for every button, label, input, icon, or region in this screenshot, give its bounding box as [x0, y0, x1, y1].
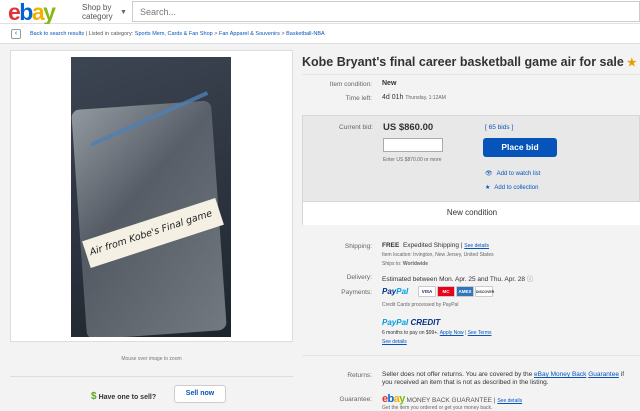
current-bid-price: US $860.00: [383, 122, 434, 133]
shipping-method: Expedited Shipping: [402, 242, 459, 249]
shipping-value: FREE Expedited Shipping | See details: [382, 242, 490, 249]
shop-by-line1: Shop by: [82, 3, 112, 12]
payments-see-details-link[interactable]: See details: [382, 339, 407, 345]
top-header: ebay Shop by category ▼ Search...: [0, 0, 640, 24]
time-left-remaining: 4d 01h: [382, 94, 404, 101]
ships-to-value: Worldwide: [402, 261, 429, 267]
delivery-label: Delivery:: [346, 274, 372, 281]
item-title-text: Kobe Bryant's final career basketball ga…: [302, 55, 624, 69]
logo-letter-b: b: [19, 0, 33, 25]
time-left-label: Time left:: [345, 95, 373, 102]
time-left-value: 4d 01h Thursday, 1:12AM: [382, 94, 446, 101]
returns-label: Returns:: [347, 372, 372, 379]
add-to-collection-link[interactable]: ★ Add to collection: [485, 184, 538, 191]
shop-by-line2: category: [82, 12, 113, 21]
item-photo[interactable]: Air from Kobe's Final game: [71, 57, 231, 337]
amex-card-icon: AMEX: [456, 286, 474, 297]
collection-label: Add to collection: [494, 185, 539, 191]
payments-label: Payments:: [341, 289, 372, 296]
logo-letter-e: e: [8, 0, 21, 25]
sell-now-button[interactable]: Sell now: [174, 385, 226, 403]
mastercard-card-icon: MC: [437, 286, 455, 297]
logo-letter-y: y: [43, 0, 56, 25]
processed-by-paypal: Credit Cards processed by PayPal: [382, 302, 459, 308]
shipping-label: Shipping:: [344, 243, 372, 250]
listed-in-label: Listed in category:: [88, 31, 135, 37]
breadcrumb-category-3[interactable]: Basketball-NBA: [286, 31, 325, 37]
returns-text: Seller does not offer returns. You are c…: [382, 371, 632, 387]
back-to-search-link[interactable]: Back to search results: [30, 31, 84, 37]
zoom-hint: Mouse over image to zoom: [121, 356, 182, 362]
ships-to: Ships to: Worldwide: [382, 261, 428, 267]
new-condition-section: New condition: [303, 201, 640, 225]
condition-value: New: [382, 80, 397, 87]
search-input[interactable]: Search...: [132, 1, 640, 22]
breadcrumb-category-1[interactable]: Sports Mem, Cards & Fan Shop: [135, 31, 213, 37]
paypal-logo: PayPal: [382, 287, 408, 296]
chevron-down-icon: ▼: [120, 9, 127, 16]
ebay-logo[interactable]: ebay: [8, 0, 56, 25]
item-location: Item location: Irvington, New Jersey, Un…: [382, 252, 494, 258]
bid-amount-input[interactable]: [383, 138, 443, 152]
watch-list-label: Add to watch list: [496, 171, 541, 177]
payments-see-details: See details: [382, 339, 407, 345]
delivery-value: Estimated between Mon. Apr. 25 and Thu. …: [382, 273, 533, 283]
guarantee-subtext: Get the item you ordered or get your mon…: [382, 405, 493, 411]
time-left-detail: Thursday, 1:12AM: [405, 95, 446, 101]
shop-by-category-button[interactable]: Shop by category ▼: [82, 3, 127, 21]
returns-text-part1: Seller does not offer returns. You are c…: [382, 371, 533, 378]
guarantee-see-details-link[interactable]: See details: [497, 398, 522, 404]
paypal-credit-terms: 6 months to pay on $99+. Apply Now | See…: [382, 330, 492, 336]
divider: [302, 74, 640, 75]
bid-box: Current bid: US $860.00 [ 65 bids ] Plac…: [302, 115, 640, 225]
paypal-pal: Pal: [396, 287, 409, 296]
divider: [302, 355, 640, 356]
ebay-mbg-logo: ebay: [382, 393, 405, 405]
star-icon: ★: [485, 185, 491, 191]
sell-question: $ Have one to sell?: [91, 391, 156, 402]
visa-card-icon: VISA: [418, 286, 436, 297]
condition-label: Item condition:: [329, 81, 372, 88]
ships-to-label: Ships to:: [382, 261, 402, 267]
card-logos: VISA MC AMEX DISCOVER: [418, 286, 494, 298]
ebay-money-back-guarantee: ebay MONEY BACK GUARANTEE | See details: [382, 393, 523, 405]
breadcrumb: ‹ Back to search results | Listed in cat…: [0, 24, 640, 44]
current-bid-label: Current bid:: [339, 124, 373, 131]
dollar-icon: $: [91, 391, 97, 402]
sell-promo: $ Have one to sell? Sell now: [10, 376, 293, 410]
paypal-credit-logo: PayPal CREDIT: [382, 318, 440, 327]
shipping-cost: FREE: [382, 242, 400, 249]
apply-now-link[interactable]: Apply Now: [440, 330, 464, 336]
guarantee-label: Guarantee:: [339, 396, 372, 403]
delivery-estimate: Estimated between Mon. Apr. 25 and Thu. …: [382, 276, 525, 283]
paypal-credit-word: CREDIT: [410, 318, 441, 327]
badge-icon: ★: [626, 57, 637, 69]
credit-terms-text: 6 months to pay on $99+.: [382, 330, 439, 336]
place-bid-button[interactable]: Place bid: [483, 138, 557, 157]
paypal-credit-pay: PayPal: [382, 318, 409, 327]
add-to-watch-list-link[interactable]: 👁 Add to watch list: [485, 170, 540, 177]
sell-question-text: Have one to sell?: [98, 394, 157, 401]
mbg-logo-y: y: [399, 393, 405, 405]
info-icon[interactable]: ⓘ: [527, 276, 534, 283]
see-terms-link[interactable]: See Terms: [468, 330, 492, 336]
back-arrow-icon[interactable]: ‹: [11, 29, 21, 39]
logo-letter-a: a: [31, 0, 45, 25]
breadcrumb-category-2[interactable]: Fan Apparel & Souvenirs: [219, 31, 280, 37]
discover-card-icon: DISCOVER: [475, 286, 494, 297]
item-image-panel: Air from Kobe's Final game: [10, 50, 293, 342]
mbg-text: MONEY BACK GUARANTEE: [406, 397, 493, 404]
shipping-see-details-link[interactable]: See details: [464, 243, 489, 249]
bid-count-link[interactable]: [ 65 bids ]: [485, 124, 513, 131]
bid-hint: Enter US $870.00 or more: [383, 157, 442, 163]
paypal-pay: Pay: [382, 287, 397, 296]
item-title: Kobe Bryant's final career basketball ga…: [302, 55, 637, 69]
guarantee-link[interactable]: Guarantee: [588, 371, 619, 378]
money-back-guarantee-link[interactable]: eBay Money Back: [534, 371, 586, 378]
eye-icon: 👁: [485, 171, 493, 177]
